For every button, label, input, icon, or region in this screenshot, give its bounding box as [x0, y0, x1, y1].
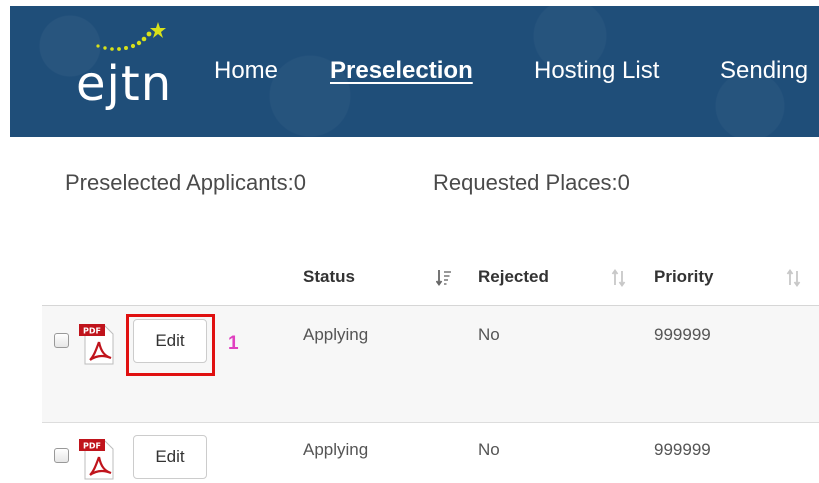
requested-places-count: Requested Places:0 — [433, 170, 630, 195]
svg-text:PDF: PDF — [83, 327, 101, 336]
column-header-rejected[interactable]: Rejected — [478, 267, 549, 287]
logo-text: ejtn — [76, 56, 173, 112]
highlight-box — [126, 314, 215, 376]
top-navbar: ejtn Home Preselection Hosting List Send… — [10, 6, 819, 137]
ejtn-logo[interactable]: ejtn — [74, 20, 184, 120]
nav-sending[interactable]: Sending — [720, 57, 808, 85]
nav-hosting-list[interactable]: Hosting List — [534, 57, 659, 85]
column-header-priority[interactable]: Priority — [654, 267, 714, 287]
nav-preselection[interactable]: Preselection — [330, 57, 473, 85]
priority-cell: 999999 — [654, 440, 711, 459]
preselected-applicants-count: Preselected Applicants:0 — [65, 170, 306, 195]
status-cell: Applying — [303, 440, 369, 459]
sort-icon[interactable] — [611, 268, 627, 288]
sort-desc-icon[interactable] — [436, 268, 452, 288]
pdf-icon[interactable]: PDF — [79, 437, 115, 481]
row-divider — [42, 422, 819, 423]
rejected-cell: No — [478, 325, 500, 344]
column-header-status[interactable]: Status — [303, 267, 355, 287]
rejected-cell: No — [478, 440, 500, 459]
sort-icon[interactable] — [786, 268, 802, 288]
edit-button[interactable]: Edit — [133, 435, 207, 479]
pdf-icon[interactable]: PDF — [79, 322, 115, 366]
svg-text:PDF: PDF — [83, 442, 101, 451]
annotation-marker: 1 — [228, 333, 239, 354]
status-cell: Applying — [303, 325, 369, 344]
row-checkbox[interactable] — [54, 333, 69, 348]
priority-cell: 999999 — [654, 325, 711, 344]
stars-arc-icon — [96, 22, 166, 51]
nav-home[interactable]: Home — [214, 57, 278, 85]
row-checkbox[interactable] — [54, 448, 69, 463]
